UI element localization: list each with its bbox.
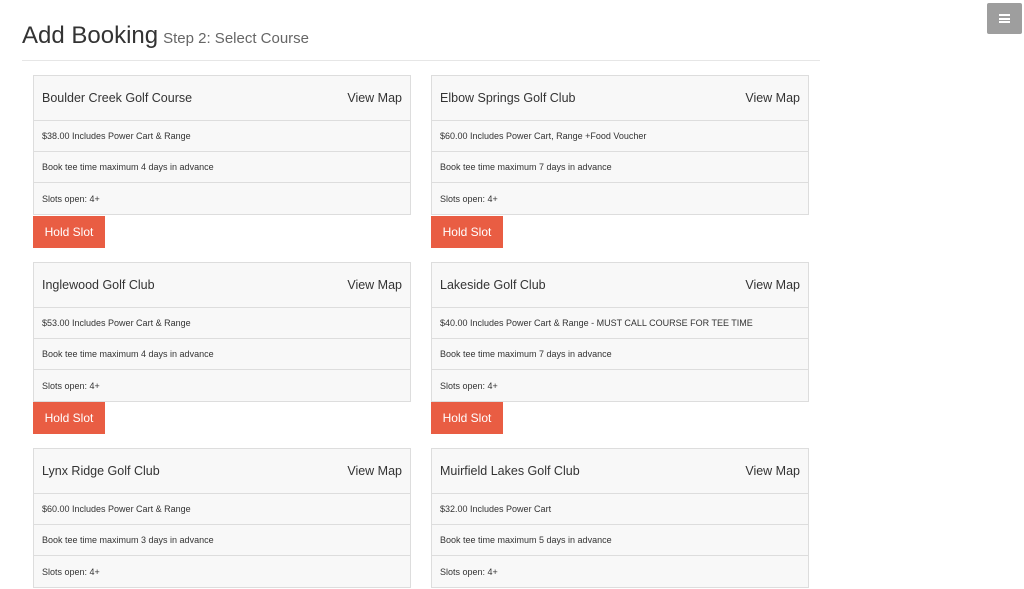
course-card-header: Muirfield Lakes Golf Club View Map [432, 449, 808, 494]
view-map-link[interactable]: View Map [745, 91, 800, 105]
page-title: Add Booking [22, 22, 159, 49]
course-name: Elbow Springs Golf Club [440, 91, 576, 105]
course-name: Lynx Ridge Golf Club [42, 464, 160, 478]
course-advance-booking: Book tee time maximum 3 days in advance [34, 525, 410, 556]
hold-slot-button[interactable]: Hold Slot [33, 216, 105, 248]
course-price: $60.00 Includes Power Cart, Range +Food … [432, 121, 808, 152]
course-card-header: Inglewood Golf Club View Map [34, 263, 410, 308]
course-card: Lynx Ridge Golf Club View Map $60.00 Inc… [33, 448, 411, 588]
course-advance-booking: Book tee time maximum 5 days in advance [432, 525, 808, 556]
course-name: Boulder Creek Golf Course [42, 91, 193, 105]
course-card: Inglewood Golf Club View Map $53.00 Incl… [33, 262, 411, 402]
course-slots: Slots open: 4+ [42, 193, 100, 204]
course-advance-booking: Book tee time maximum 7 days in advance [432, 339, 808, 370]
hamburger-icon [999, 14, 1010, 23]
course-slots: Slots open: 4+ [42, 380, 100, 391]
course-card-header: Lynx Ridge Golf Club View Map [34, 449, 410, 494]
page-header: Add Booking Step 2: Select Course [22, 22, 820, 61]
course-price: $60.00 Includes Power Cart & Range [34, 494, 410, 525]
course-card-header: Boulder Creek Golf Course View Map [34, 76, 410, 121]
course-price: $32.00 Includes Power Cart [432, 494, 808, 525]
course-advance-booking: Book tee time maximum 7 days in advance [432, 152, 808, 183]
course-price: $40.00 Includes Power Cart & Range - MUS… [432, 308, 808, 339]
view-map-link[interactable]: View Map [745, 278, 800, 292]
course-slots: Slots open: 4+ [440, 193, 498, 204]
view-map-link[interactable]: View Map [347, 464, 402, 478]
page-subtitle: Step 2: Select Course [163, 30, 310, 47]
course-card-header: Elbow Springs Golf Club View Map [432, 76, 808, 121]
course-card: Lakeside Golf Club View Map $40.00 Inclu… [431, 262, 809, 402]
menu-button[interactable] [987, 3, 1022, 34]
course-name: Lakeside Golf Club [440, 278, 546, 292]
course-advance-booking: Book tee time maximum 4 days in advance [34, 339, 410, 370]
view-map-link[interactable]: View Map [745, 464, 800, 478]
course-card: Elbow Springs Golf Club View Map $60.00 … [431, 75, 809, 215]
course-price: $53.00 Includes Power Cart & Range [34, 308, 410, 339]
view-map-link[interactable]: View Map [347, 91, 402, 105]
course-price: $38.00 Includes Power Cart & Range [34, 121, 410, 152]
course-slots: Slots open: 4+ [440, 566, 498, 577]
course-card: Boulder Creek Golf Course View Map $38.0… [33, 75, 411, 215]
course-card-header: Lakeside Golf Club View Map [432, 263, 808, 308]
course-advance-booking: Book tee time maximum 4 days in advance [34, 152, 410, 183]
view-map-link[interactable]: View Map [347, 278, 402, 292]
course-card: Muirfield Lakes Golf Club View Map $32.0… [431, 448, 809, 588]
course-slots: Slots open: 4+ [42, 566, 100, 577]
course-name: Muirfield Lakes Golf Club [440, 464, 580, 478]
hold-slot-button[interactable]: Hold Slot [431, 402, 503, 434]
course-slots: Slots open: 4+ [440, 380, 498, 391]
hold-slot-button[interactable]: Hold Slot [431, 216, 503, 248]
course-name: Inglewood Golf Club [42, 278, 155, 292]
hold-slot-button[interactable]: Hold Slot [33, 402, 105, 434]
